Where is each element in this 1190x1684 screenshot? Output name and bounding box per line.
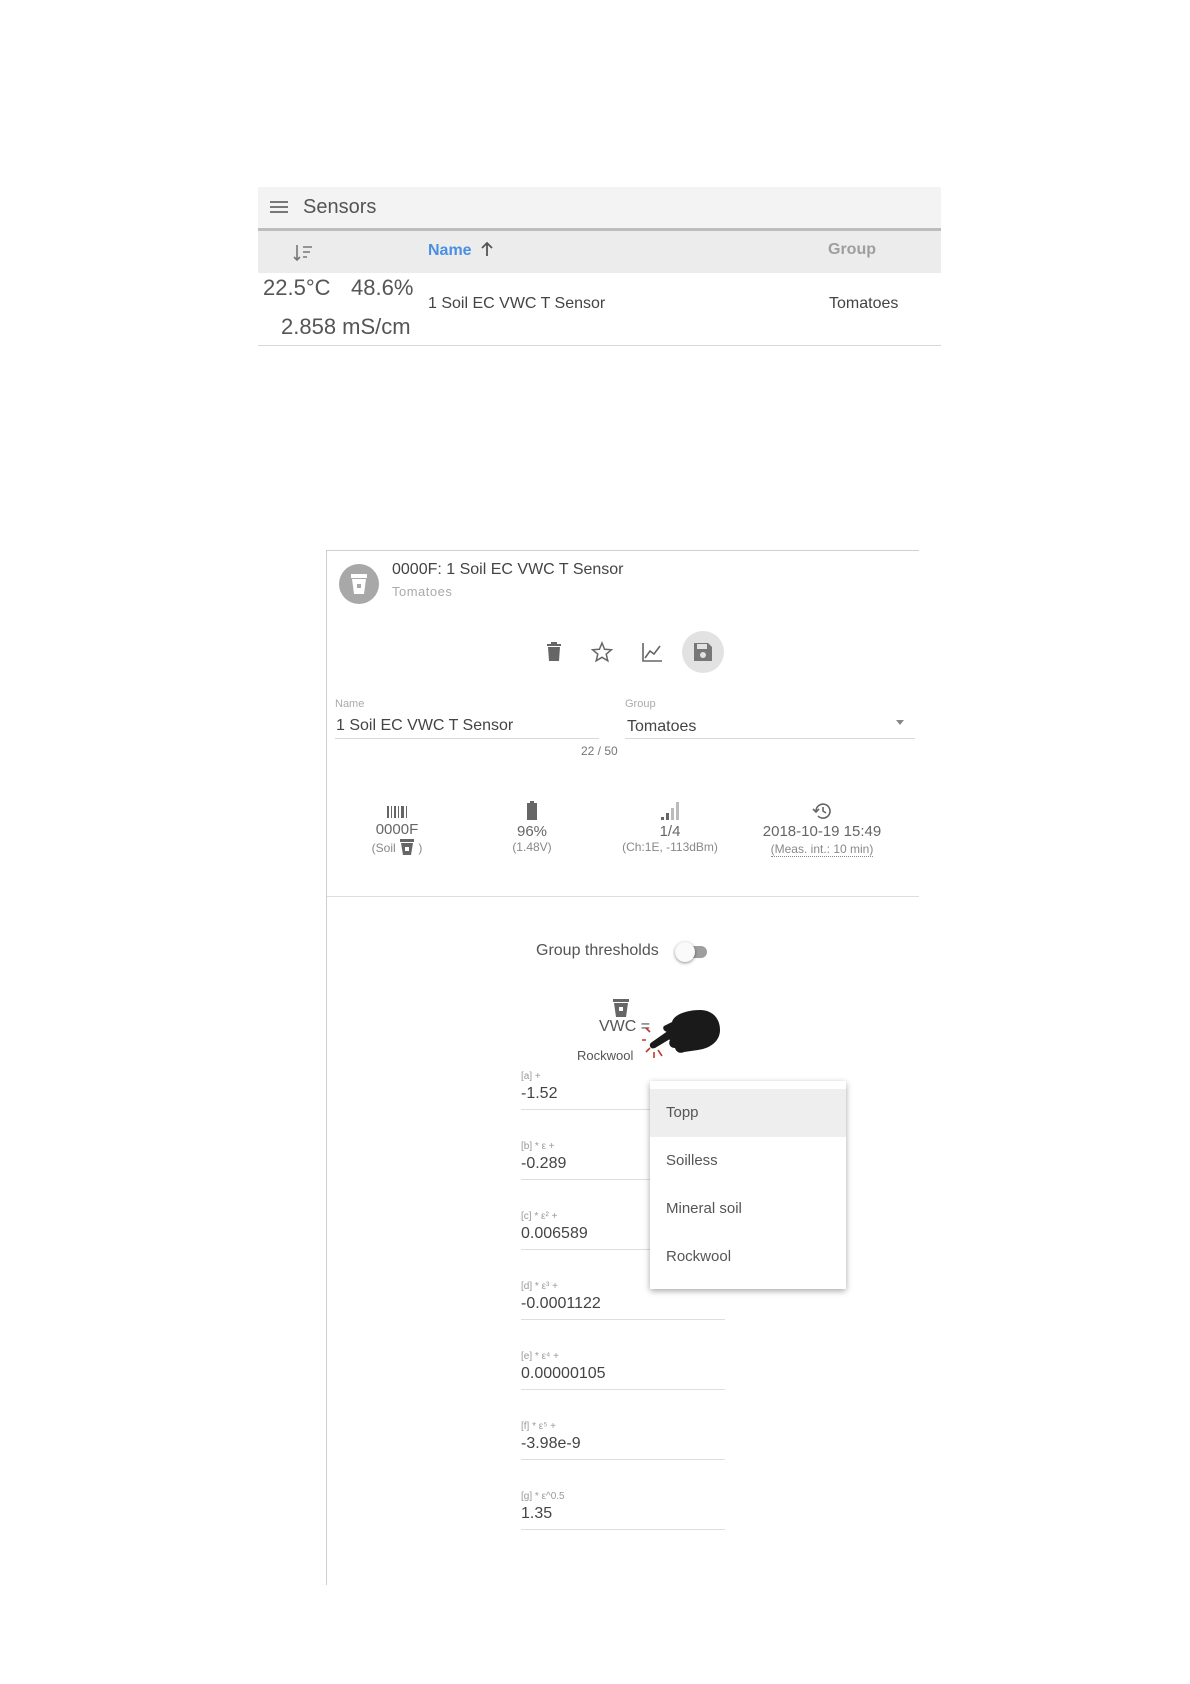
row-humidity: 48.6%	[351, 275, 414, 300]
barcode-icon	[387, 806, 407, 818]
menu-icon[interactable]	[268, 197, 290, 217]
model-dropdown-menu: Topp Soilless Mineral soil Rockwool	[650, 1081, 846, 1289]
soil-sensor-icon	[351, 574, 367, 594]
row-group: Tomatoes	[829, 295, 899, 312]
group-underline	[625, 738, 915, 739]
device-avatar	[339, 564, 379, 604]
device-type-prefix: (Soil	[371, 841, 396, 855]
coefficient-input[interactable]: 1.35	[521, 1505, 725, 1523]
name-underline	[335, 738, 599, 739]
model-option-mineral-soil[interactable]: Mineral soil	[650, 1185, 846, 1233]
device-type-suffix: )	[418, 841, 423, 855]
history-icon	[812, 803, 831, 819]
battery-voltage: (1.48V)	[512, 840, 552, 854]
signal-info: 1/4 (Ch:1E, -113dBm)	[605, 801, 735, 854]
group-field-label: Group	[625, 698, 656, 710]
sensor-detail-panel: 0000F: 1 Soil EC VWC T Sensor Tomatoes N…	[326, 550, 919, 1585]
page-title: Sensors	[303, 196, 377, 218]
column-header-group[interactable]: Group	[828, 241, 876, 259]
measurement-interval[interactable]: (Meas. int.: 10 min)	[770, 842, 874, 857]
coefficient-f: [f] * ε⁵ + -3.98e-9	[521, 1421, 725, 1460]
chevron-down-icon[interactable]	[896, 720, 904, 725]
battery-level: 96%	[516, 823, 548, 840]
coefficient-underline	[521, 1319, 725, 1320]
coefficient-input[interactable]: -3.98e-9	[521, 1435, 725, 1453]
coefficient-underline	[521, 1389, 725, 1390]
chart-button[interactable]	[631, 631, 673, 673]
signal-strength: 1/4	[659, 823, 681, 840]
save-button[interactable]	[682, 631, 724, 673]
device-type: (Soil )	[347, 838, 447, 856]
coefficient-input[interactable]: 0.00000105	[521, 1365, 725, 1383]
column-header-name-label: Name	[428, 242, 472, 259]
list-header: Sensors	[258, 187, 941, 231]
name-char-counter: 22 / 50	[581, 744, 618, 758]
toggle-knob	[675, 942, 695, 962]
pointing-hand-icon	[642, 1010, 720, 1058]
name-input[interactable]: 1 Soil EC VWC T Sensor	[336, 717, 513, 735]
coefficient-underline	[521, 1529, 725, 1530]
sensors-list-panel: Sensors Name Group 22.5°C 48.6% 2.858 mS…	[258, 187, 941, 359]
star-icon	[591, 641, 613, 663]
battery-info: 96% (1.48V)	[487, 801, 577, 854]
group-thresholds-toggle[interactable]	[675, 942, 709, 962]
device-id: 0000F	[375, 821, 419, 838]
signal-details: (Ch:1E, -113dBm)	[622, 840, 718, 854]
sort-ascending-icon	[481, 241, 493, 256]
favorite-button[interactable]	[581, 631, 623, 673]
save-icon	[694, 643, 712, 661]
model-option-topp[interactable]: Topp	[650, 1089, 846, 1137]
last-seen-info: 2018-10-19 15:49 (Meas. int.: 10 min)	[747, 801, 897, 858]
group-thresholds-label: Group thresholds	[536, 942, 659, 959]
model-selector[interactable]: Rockwool	[577, 1048, 633, 1063]
delete-button[interactable]	[533, 631, 575, 673]
chart-icon	[642, 643, 662, 662]
table-row[interactable]: 22.5°C 48.6% 2.858 mS/cm 1 Soil EC VWC T…	[258, 273, 941, 346]
row-temperature: 22.5°C	[263, 275, 331, 300]
last-seen-timestamp: 2018-10-19 15:49	[762, 823, 882, 840]
divider	[327, 896, 919, 897]
coefficient-label: [f] * ε⁵ +	[521, 1421, 557, 1432]
coefficient-g: [g] * ε^0.5 1.35	[521, 1491, 725, 1530]
soil-sensor-icon	[400, 839, 414, 855]
coefficient-label: [e] * ε⁴ +	[521, 1351, 559, 1362]
model-option-soilless[interactable]: Soilless	[650, 1137, 846, 1185]
soil-sensor-icon	[613, 999, 629, 1017]
sort-icon[interactable]	[292, 242, 314, 264]
row-ec: 2.858 mS/cm	[281, 314, 411, 339]
signal-icon	[661, 802, 679, 820]
device-id-info: 0000F (Soil )	[347, 805, 447, 856]
coefficient-label: [g] * ε^0.5	[521, 1491, 565, 1502]
column-header-row: Name Group	[258, 231, 941, 273]
coefficient-underline	[521, 1459, 725, 1460]
column-header-name[interactable]: Name	[428, 241, 494, 260]
trash-icon	[547, 642, 561, 661]
coefficient-input[interactable]: -0.0001122	[521, 1295, 725, 1313]
battery-icon	[527, 801, 537, 820]
device-title: 0000F: 1 Soil EC VWC T Sensor	[392, 561, 624, 578]
name-field-label: Name	[335, 698, 365, 710]
row-name: 1 Soil EC VWC T Sensor	[428, 295, 606, 312]
coefficient-e: [e] * ε⁴ + 0.00000105	[521, 1351, 725, 1390]
device-group-subtitle: Tomatoes	[392, 584, 453, 599]
model-option-rockwool[interactable]: Rockwool	[650, 1233, 846, 1281]
group-select[interactable]: Tomatoes	[627, 718, 696, 736]
